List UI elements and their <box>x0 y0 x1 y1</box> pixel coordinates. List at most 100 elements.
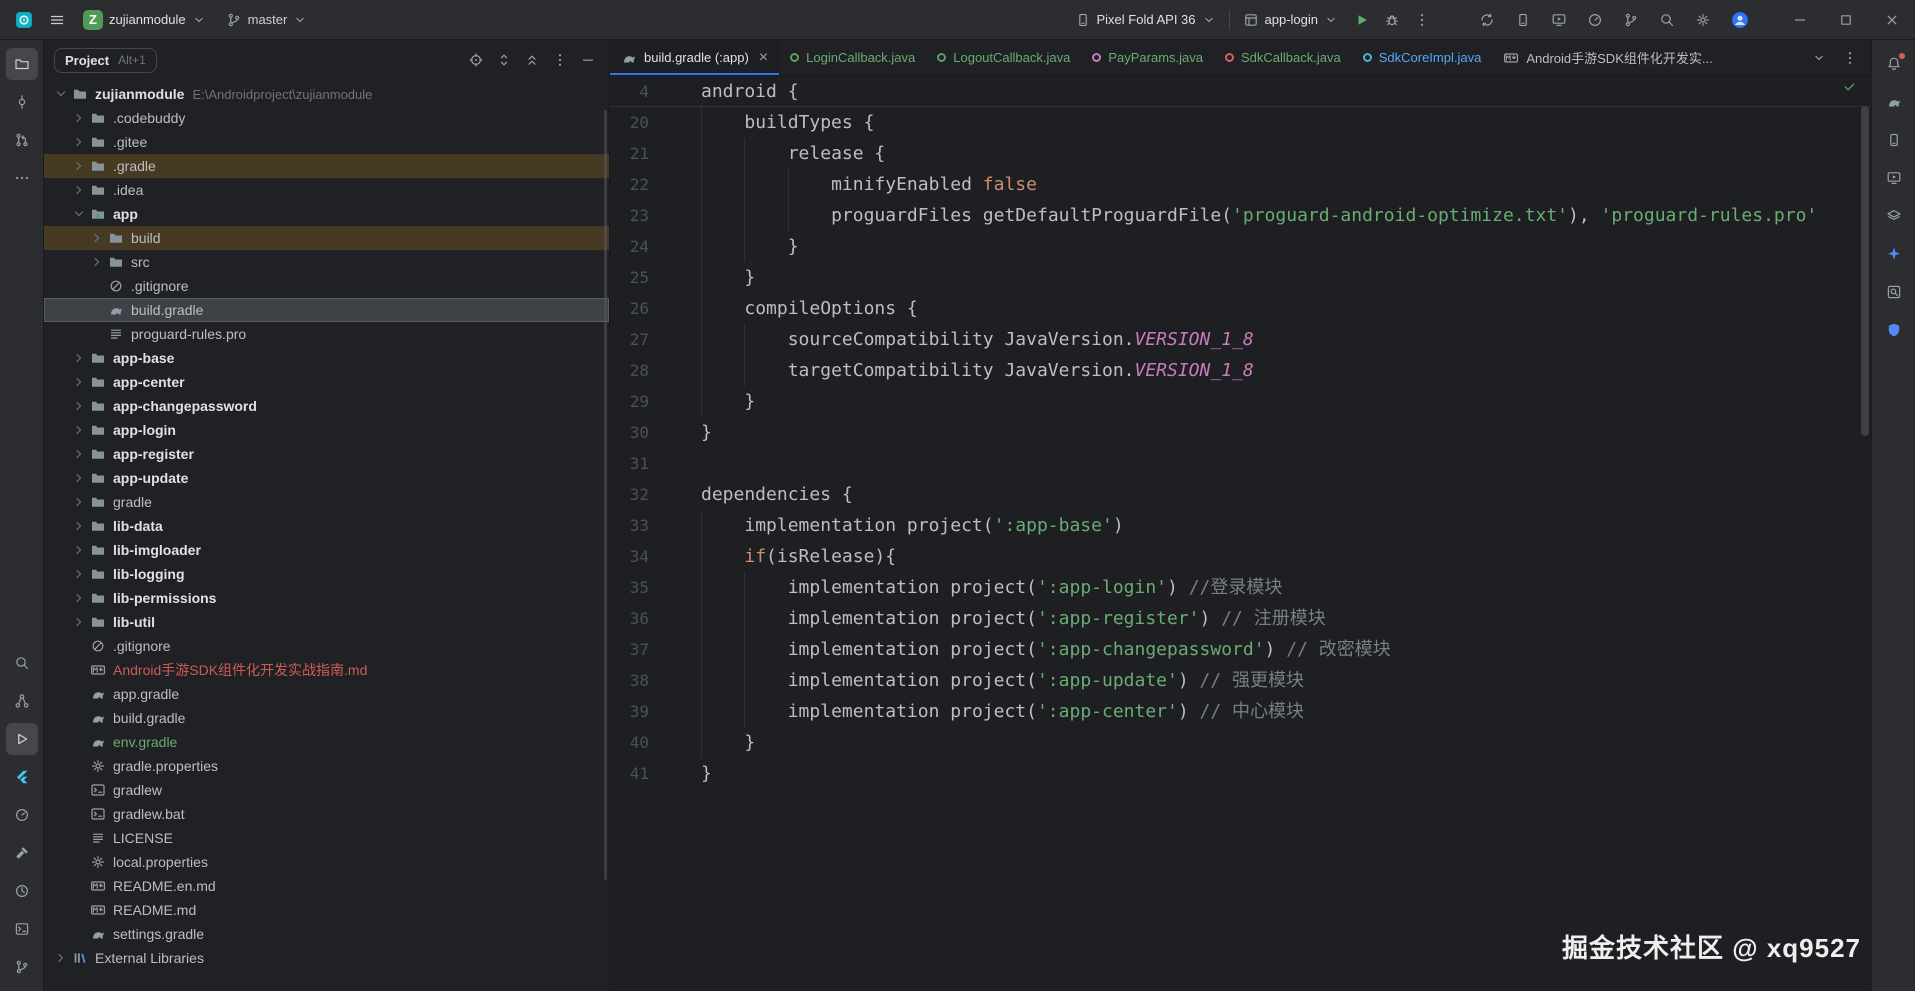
build-tool-icon[interactable] <box>6 837 38 869</box>
tree-item-license[interactable]: LICENSE <box>44 826 609 850</box>
maximize-button[interactable] <box>1823 0 1869 39</box>
chevron-right-icon[interactable] <box>70 542 88 558</box>
code-line-26[interactable]: 26 compileOptions { <box>610 293 1871 324</box>
close-button[interactable] <box>1869 0 1915 39</box>
tree-item-gradle[interactable]: .gradle <box>44 154 609 178</box>
chevron-right-icon[interactable] <box>70 494 88 510</box>
app-inspection-icon[interactable] <box>1878 276 1910 308</box>
tab-logoutcallback-java[interactable]: LogoutCallback.java <box>926 40 1081 75</box>
tree-item-codebuddy[interactable]: .codebuddy <box>44 106 609 130</box>
code-line-21[interactable]: 21 release { <box>610 138 1871 169</box>
chevron-right-icon[interactable] <box>70 566 88 582</box>
tree-item-gradlew[interactable]: gradlew <box>44 778 609 802</box>
structure-tool-icon[interactable] <box>6 685 38 717</box>
terminal-tool-icon[interactable] <box>6 913 38 945</box>
chevron-right-icon[interactable] <box>70 518 88 534</box>
debug-button[interactable] <box>1379 7 1405 33</box>
tree-item-lib-logging[interactable]: lib-logging <box>44 562 609 586</box>
tree-item-app-register[interactable]: app-register <box>44 442 609 466</box>
settings-icon[interactable] <box>1689 6 1717 34</box>
tab-logincallback-java[interactable]: LoginCallback.java <box>779 40 926 75</box>
tree-item-gitee[interactable]: .gitee <box>44 130 609 154</box>
minimize-button[interactable] <box>1777 0 1823 39</box>
hidden-tabs-button[interactable] <box>1807 46 1831 70</box>
code-line-38[interactable]: 38 implementation project(':app-update')… <box>610 665 1871 696</box>
tree-item-gradlew-bat[interactable]: gradlew.bat <box>44 802 609 826</box>
select-opened-file-icon[interactable] <box>463 47 489 73</box>
sync-project-icon[interactable] <box>1473 6 1501 34</box>
code-line-34[interactable]: 34 if(isRelease){ <box>610 541 1871 572</box>
code-line-20[interactable]: 20 buildTypes { <box>610 107 1871 138</box>
code-line-28[interactable]: 28 targetCompatibility JavaVersion.VERSI… <box>610 355 1871 386</box>
close-tab-icon[interactable]: × <box>759 50 768 66</box>
chevron-right-icon[interactable] <box>70 374 88 390</box>
running-devices-icon[interactable] <box>1545 6 1573 34</box>
chevron-right-icon[interactable] <box>70 470 88 486</box>
chevron-right-icon[interactable] <box>70 614 88 630</box>
project-widget[interactable]: Z zujianmodule <box>76 6 213 34</box>
editor-scrollbar[interactable] <box>1861 106 1869 436</box>
tab-android-sdk[interactable]: Android手游SDK组件化开发实... <box>1492 40 1723 75</box>
tree-item-gitignore[interactable]: .gitignore <box>44 274 609 298</box>
run-config-selector[interactable]: app-login <box>1236 8 1346 32</box>
editor-options-button[interactable] <box>1837 45 1863 71</box>
chevron-down-icon[interactable] <box>52 86 70 102</box>
code-line-24[interactable]: 24 } <box>610 231 1871 262</box>
tree-item-app-update[interactable]: app-update <box>44 466 609 490</box>
gradle-icon[interactable] <box>1878 86 1910 118</box>
notifications-icon[interactable] <box>1878 48 1910 80</box>
chevron-right-icon[interactable] <box>70 590 88 606</box>
tree-item-app[interactable]: app <box>44 202 609 226</box>
version-control-tool-icon[interactable] <box>6 951 38 983</box>
code-line-41[interactable]: 41} <box>610 758 1871 789</box>
tree-item-settings-gradle[interactable]: settings.gradle <box>44 922 609 946</box>
code-line-29[interactable]: 29 } <box>610 386 1871 417</box>
tree-item-idea[interactable]: .idea <box>44 178 609 202</box>
chevron-right-icon[interactable] <box>70 110 88 126</box>
code-line-33[interactable]: 33 implementation project(':app-base') <box>610 510 1871 541</box>
branch-widget[interactable]: master <box>219 8 315 32</box>
tree-item-zujianmodule[interactable]: zujianmoduleE:\Androidproject\zujianmodu… <box>44 82 609 106</box>
code-line-32[interactable]: 32dependencies { <box>610 479 1871 510</box>
chevron-right-icon[interactable] <box>70 422 88 438</box>
tree-item-local-properties[interactable]: local.properties <box>44 850 609 874</box>
code-line-39[interactable]: 39 implementation project(':app-center')… <box>610 696 1871 727</box>
more-tool-windows-icon[interactable] <box>6 162 38 194</box>
tree-item-app-changepassword[interactable]: app-changepassword <box>44 394 609 418</box>
chevron-right-icon[interactable] <box>70 134 88 150</box>
tree-scrollbar[interactable] <box>604 110 607 880</box>
tree-item-app-center[interactable]: app-center <box>44 370 609 394</box>
project-tool-icon[interactable] <box>6 48 38 80</box>
tree-item-app-base[interactable]: app-base <box>44 346 609 370</box>
tree-item-android-sdk-md[interactable]: Android手游SDK组件化开发实战指南.md <box>44 658 609 682</box>
tree-item-build-gradle[interactable]: build.gradle <box>44 706 609 730</box>
chevron-right-icon[interactable] <box>52 950 70 966</box>
tree-item-external-libraries[interactable]: External Libraries <box>44 946 609 970</box>
more-run-options-button[interactable] <box>1409 7 1435 33</box>
chevron-right-icon[interactable] <box>70 446 88 462</box>
run-tool-icon[interactable] <box>6 723 38 755</box>
version-control-icon[interactable] <box>1617 6 1645 34</box>
find-tool-icon[interactable] <box>6 647 38 679</box>
tree-item-gitignore[interactable]: .gitignore <box>44 634 609 658</box>
search-everywhere-icon[interactable] <box>1653 6 1681 34</box>
avatar[interactable] <box>1725 5 1755 35</box>
chevron-right-icon[interactable] <box>70 158 88 174</box>
collapse-all-icon[interactable] <box>519 47 545 73</box>
code-line-23[interactable]: 23 proguardFiles getDefaultProguardFile(… <box>610 200 1871 231</box>
tree-item-env-gradle[interactable]: env.gradle <box>44 730 609 754</box>
tree-item-gradle-properties[interactable]: gradle.properties <box>44 754 609 778</box>
hide-panel-icon[interactable] <box>575 47 601 73</box>
chevron-down-icon[interactable] <box>70 206 88 222</box>
tree-item-src[interactable]: src <box>44 250 609 274</box>
code-editor[interactable]: 4android {20 buildTypes {21 release {22 … <box>610 76 1871 991</box>
tree-item-app-login[interactable]: app-login <box>44 418 609 442</box>
code-line-36[interactable]: 36 implementation project(':app-register… <box>610 603 1871 634</box>
ai-assistant-icon[interactable] <box>1878 238 1910 270</box>
code-line-37[interactable]: 37 implementation project(':app-changepa… <box>610 634 1871 665</box>
panel-options-icon[interactable] <box>547 47 573 73</box>
chevron-right-icon[interactable] <box>88 254 106 270</box>
inspections-widget[interactable] <box>1842 79 1857 94</box>
chevron-right-icon[interactable] <box>70 182 88 198</box>
chevron-right-icon[interactable] <box>70 398 88 414</box>
